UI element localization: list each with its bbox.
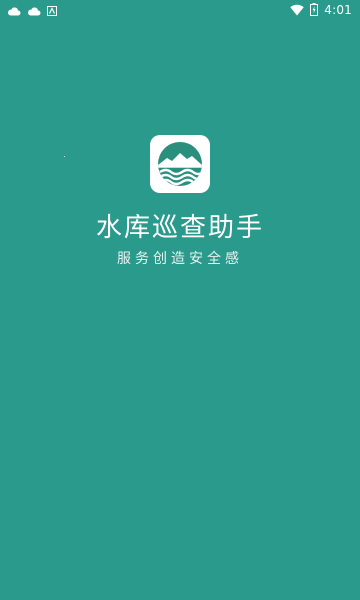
background-speck [64,156,65,157]
app-title: 水库巡查助手 [95,213,264,243]
reservoir-logo-icon [150,135,210,193]
splash-screen: 水库巡查助手 服务创造安全感 [0,0,360,600]
app-slogan: 服务创造安全感 [117,251,243,267]
